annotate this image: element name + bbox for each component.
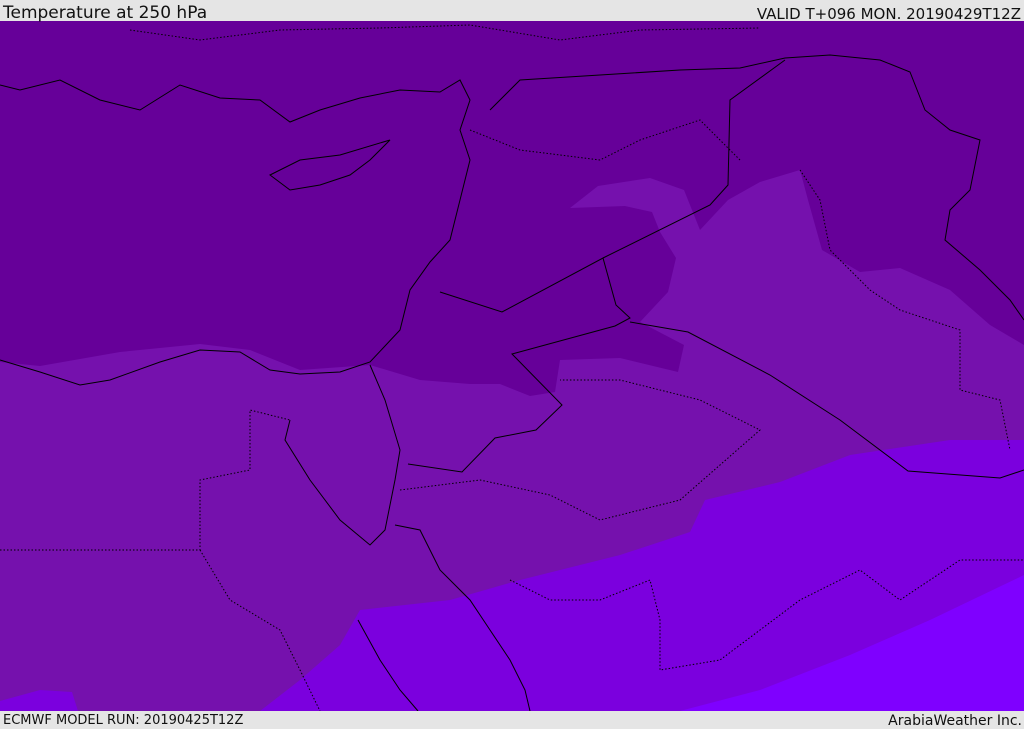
valid-time: VALID T+096 MON. 20190429T12Z: [756, 5, 1021, 23]
footer-bar: ECMWF MODEL RUN: 20190425T12Z ArabiaWeat…: [0, 711, 1024, 729]
brand-credit: ArabiaWeather Inc.: [888, 713, 1022, 729]
header-bar: Temperature at 250 hPa VALID T+096 MON. …: [0, 0, 1024, 23]
temperature-map[interactable]: [0, 0, 1024, 729]
model-run: ECMWF MODEL RUN: 20190425T12Z: [3, 713, 244, 728]
map-title: Temperature at 250 hPa: [3, 3, 208, 23]
